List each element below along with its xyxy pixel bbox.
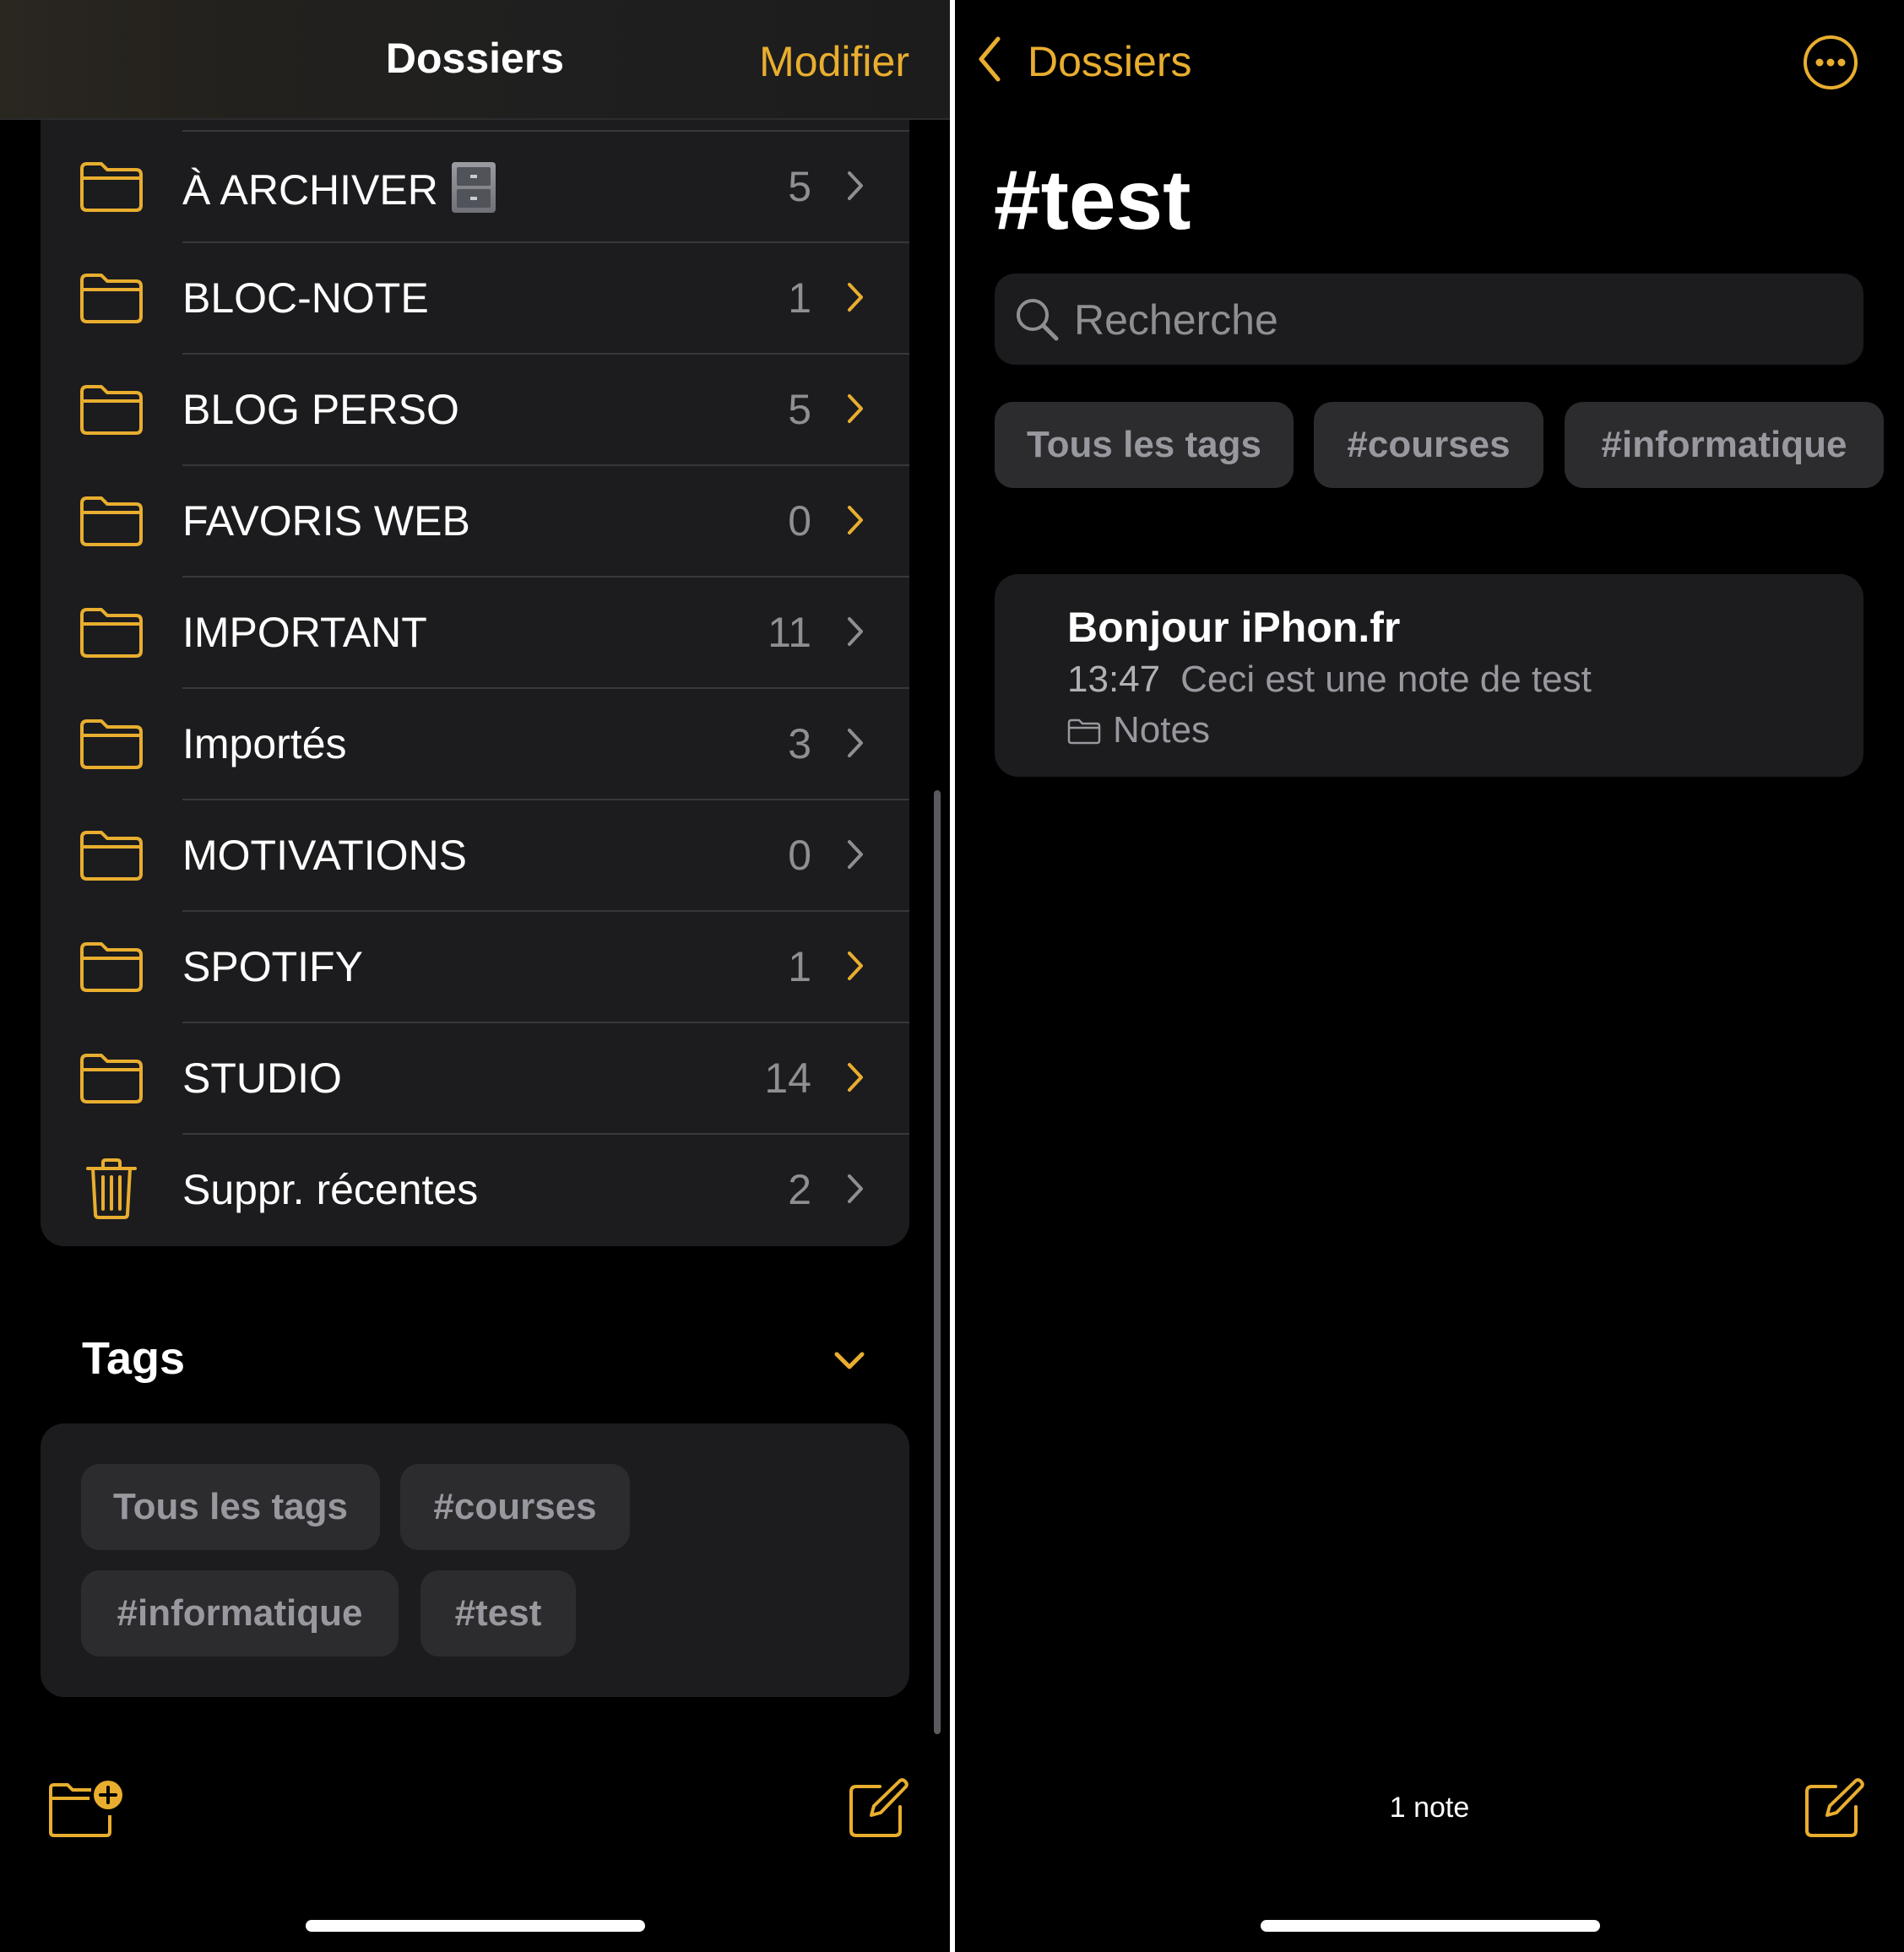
compose-icon[interactable]	[848, 1778, 909, 1839]
folder-count: 0	[788, 497, 811, 545]
folder-icon	[80, 274, 143, 323]
note-preview: Ceci est une note de test	[1180, 659, 1592, 700]
search-icon	[1017, 299, 1059, 341]
folder-name: BLOC-NOTE	[182, 274, 429, 322]
note-title: Bonjour iPhon.fr	[1067, 604, 1401, 651]
folder-count: 5	[788, 163, 811, 210]
note-time: 13:47	[1067, 659, 1161, 700]
folder-name: À ARCHIVER	[182, 166, 438, 214]
chevron-right-icon	[848, 729, 863, 757]
chevron-right-icon	[848, 1063, 863, 1092]
folder-row-recently-deleted[interactable]: Suppr. récentes 2	[41, 1133, 909, 1244]
folder-row-bloc-note[interactable]: BLOC-NOTE 1	[41, 241, 909, 353]
scrollbar[interactable]	[934, 790, 941, 1734]
note-item[interactable]: Bonjour iPhon.fr 13:47 Ceci est une note …	[995, 574, 1863, 777]
compose-icon[interactable]	[1804, 1778, 1864, 1839]
folder-name: MOTIVATIONS	[182, 832, 468, 879]
folder-name: Importés	[182, 720, 347, 767]
note-folder-name: Notes	[1113, 709, 1210, 751]
row-separator	[182, 576, 909, 577]
tag-chip-courses[interactable]: #courses	[400, 1464, 630, 1550]
note-count: 1 note	[1389, 1792, 1470, 1824]
tag-notes-panel: Dossiers #test Recherche Tous les tags #…	[955, 0, 1904, 1952]
tag-chip-test[interactable]: #test	[420, 1570, 576, 1656]
chevron-right-icon	[848, 617, 863, 646]
chevron-right-icon	[848, 506, 863, 534]
folder-row-blog-perso[interactable]: BLOG PERSO 5	[41, 353, 909, 464]
tag-chip-all[interactable]: Tous les tags	[995, 402, 1294, 488]
row-separator	[182, 910, 909, 912]
more-options-icon[interactable]	[1802, 34, 1859, 91]
chevron-right-icon	[848, 952, 863, 980]
folder-name: BLOG PERSO	[182, 386, 459, 433]
note-folder: Notes	[1067, 709, 1210, 751]
row-separator	[182, 1133, 909, 1135]
folders-panel: Dossiers Modifier À ARCHIVER 5 BLOC-NOTE…	[0, 0, 950, 1952]
back-button[interactable]: Dossiers	[1028, 37, 1191, 86]
folder-icon	[80, 385, 143, 435]
folder-row-motivations[interactable]: MOTIVATIONS 0	[41, 799, 909, 910]
folder-icon	[80, 831, 143, 881]
folder-row-favoris-web[interactable]: FAVORIS WEB 0	[41, 464, 909, 576]
folder-row-spotify[interactable]: SPOTIFY 1	[41, 910, 909, 1022]
chevron-right-icon	[848, 171, 863, 200]
folder-row-important[interactable]: IMPORTANT 11	[41, 576, 909, 687]
navigation-bar: Dossiers Modifier	[0, 0, 950, 120]
folder-count: 1	[788, 943, 811, 990]
chevron-right-icon	[848, 283, 863, 312]
folder-count: 1	[788, 274, 811, 322]
folder-count: 2	[788, 1166, 811, 1213]
folder-icon	[80, 719, 143, 769]
folder-name: IMPORTANT	[182, 609, 427, 656]
tag-chip-all[interactable]: Tous les tags	[81, 1464, 380, 1550]
chevron-left-icon[interactable]	[977, 35, 1002, 83]
chevron-down-icon[interactable]	[833, 1349, 866, 1373]
folder-name: SPOTIFY	[182, 943, 363, 990]
folder-list: À ARCHIVER 5 BLOC-NOTE 1 BLOG PERSO 5 FA…	[41, 120, 909, 1246]
folder-count: 5	[788, 386, 811, 433]
chevron-right-icon	[848, 840, 863, 869]
row-separator	[182, 799, 909, 800]
row-separator	[182, 464, 909, 466]
folder-row-studio[interactable]: STUDIO 14	[41, 1022, 909, 1133]
folder-icon	[80, 608, 143, 658]
row-separator	[182, 241, 909, 243]
folder-icon	[1067, 718, 1101, 745]
row-separator	[182, 1022, 909, 1023]
folder-count: 11	[768, 609, 811, 656]
folder-icon	[80, 942, 143, 992]
home-indicator	[1261, 1920, 1600, 1932]
chevron-right-icon	[848, 394, 863, 423]
folder-name: Suppr. récentes	[182, 1166, 479, 1213]
folder-count: 14	[764, 1055, 811, 1102]
new-folder-icon[interactable]	[47, 1778, 125, 1839]
trash-icon	[86, 1158, 137, 1219]
row-separator	[182, 130, 909, 132]
folder-icon	[80, 162, 143, 212]
tags-section-heading: Tags	[82, 1333, 186, 1384]
search-field[interactable]: Recherche	[995, 274, 1863, 365]
search-input[interactable]: Recherche	[1074, 296, 1278, 344]
home-indicator	[306, 1920, 645, 1932]
card-file-cabinet-icon	[451, 162, 496, 213]
page-title: #test	[994, 153, 1191, 247]
folder-count: 0	[788, 832, 811, 879]
folder-name: FAVORIS WEB	[182, 497, 470, 545]
row-separator	[182, 687, 909, 689]
folder-row-importes[interactable]: Importés 3	[41, 687, 909, 799]
tag-chip-informatique[interactable]: #informatique	[81, 1570, 399, 1656]
folder-icon	[80, 1054, 143, 1103]
note-meta: 13:47 Ceci est une note de test	[1067, 659, 1592, 701]
folder-row-a-archiver[interactable]: À ARCHIVER 5	[41, 130, 909, 241]
row-separator	[182, 353, 909, 355]
folder-name: STUDIO	[182, 1055, 342, 1102]
folder-icon	[80, 496, 143, 546]
tags-panel: Tous les tags #courses #informatique #te…	[41, 1423, 909, 1697]
edit-button[interactable]: Modifier	[759, 37, 909, 86]
tag-chip-informatique[interactable]: #informatique	[1565, 402, 1884, 488]
chevron-right-icon	[848, 1174, 863, 1203]
folder-count: 3	[788, 720, 811, 767]
tag-chip-courses[interactable]: #courses	[1314, 402, 1543, 488]
